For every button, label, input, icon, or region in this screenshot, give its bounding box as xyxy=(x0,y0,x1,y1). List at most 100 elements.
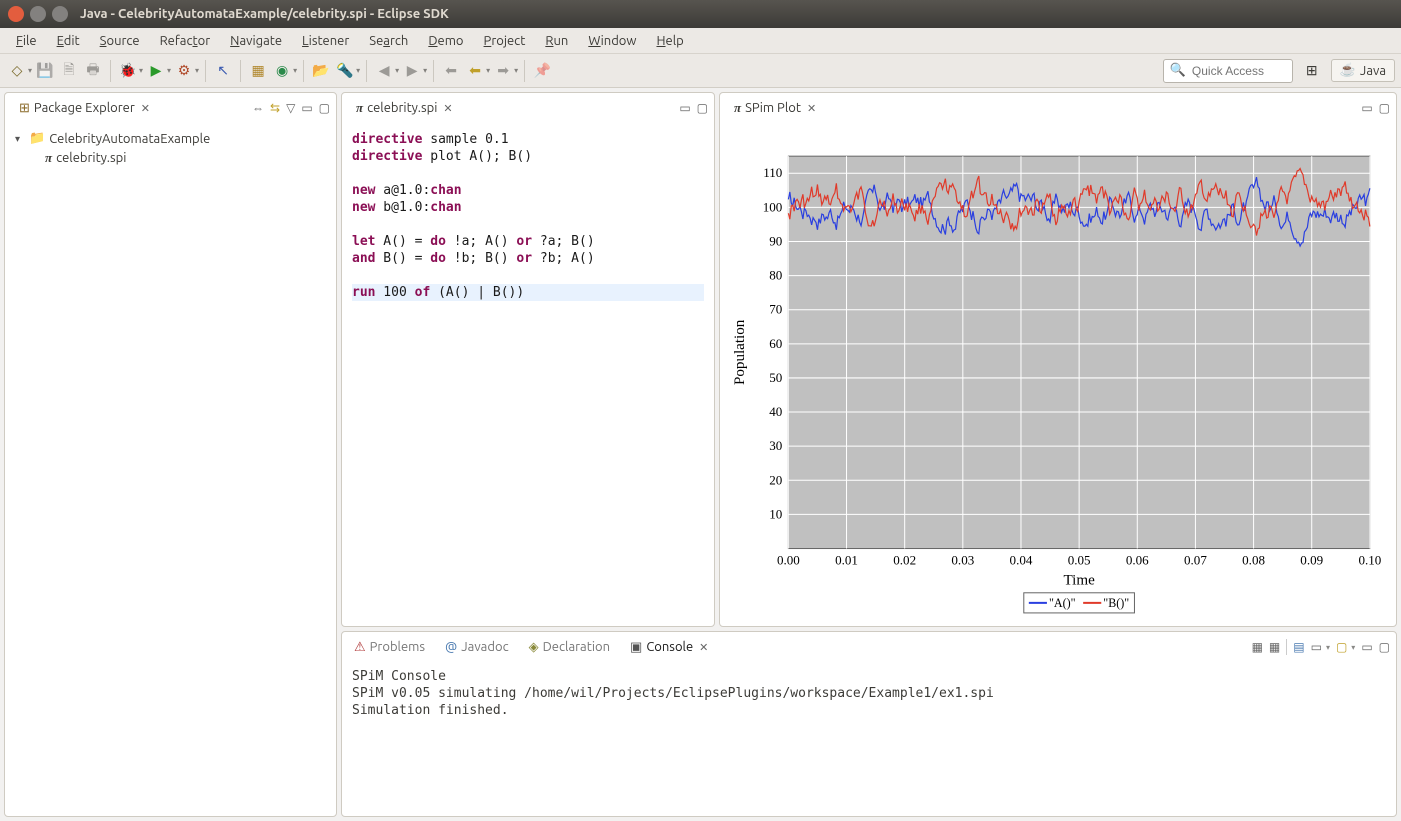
svg-text:0.07: 0.07 xyxy=(1184,553,1207,568)
last-edit-icon: ⬅ xyxy=(440,60,462,82)
maximize-pane-icon[interactable]: ▢ xyxy=(319,101,330,115)
print-icon: 🖶 xyxy=(82,60,104,82)
tab-console[interactable]: ▣Console✕ xyxy=(624,637,714,658)
svg-text:110: 110 xyxy=(763,165,783,180)
maximize-console-icon[interactable]: ▢ xyxy=(1379,640,1390,654)
maximize-plot-icon[interactable]: ▢ xyxy=(1379,101,1390,115)
forward-nav-icon: ▶ xyxy=(401,60,423,82)
editor-tab-label: celebrity.spi xyxy=(367,101,437,115)
svg-text:0.00: 0.00 xyxy=(777,553,800,568)
package-explorer-icon: ⊞ xyxy=(19,101,30,116)
menu-run[interactable]: Run xyxy=(535,31,578,51)
close-tab-icon[interactable]: ✕ xyxy=(141,102,150,115)
editor-body[interactable]: directive sample 0.1 directive plot A();… xyxy=(342,123,714,626)
package-explorer-pane: ⊞ Package Explorer ✕ ⇔ ⇆ ▽ ▭ ▢ ▾ 📁 Celeb… xyxy=(4,92,337,817)
svg-text:90: 90 xyxy=(769,233,783,248)
debug-icon[interactable]: 🐞 xyxy=(117,60,139,82)
scroll-lock-icon[interactable]: ▭ xyxy=(1311,640,1322,654)
run-icon[interactable]: ▶ xyxy=(145,60,167,82)
open-type-icon[interactable]: 📂 xyxy=(310,60,332,82)
menu-demo[interactable]: Demo xyxy=(418,31,473,51)
svg-text:0.04: 0.04 xyxy=(1010,553,1033,568)
menu-navigate[interactable]: Navigate xyxy=(220,31,292,51)
pin-icon: 📌 xyxy=(531,60,553,82)
svg-text:60: 60 xyxy=(769,336,783,351)
tree-file-row[interactable]: π celebrity.spi xyxy=(15,148,326,168)
expand-arrow-icon[interactable]: ▾ xyxy=(15,133,25,145)
tab-problems[interactable]: ⚠Problems xyxy=(348,637,431,658)
project-tree[interactable]: ▾ 📁 CelebrityAutomataExample π celebrity… xyxy=(5,123,336,816)
close-console-tab-icon[interactable]: ✕ xyxy=(699,641,708,654)
terminate-icon[interactable]: ▦ xyxy=(1252,640,1263,654)
svg-text:0.09: 0.09 xyxy=(1300,553,1323,568)
minimize-icon[interactable] xyxy=(30,6,46,22)
menu-listener[interactable]: Listener xyxy=(292,31,359,51)
console-body[interactable]: SPiM Console SPiM v0.05 simulating /home… xyxy=(342,662,1396,816)
menu-window[interactable]: Window xyxy=(578,31,646,51)
svg-text:Population: Population xyxy=(732,319,748,385)
tab-javadoc[interactable]: @Javadoc xyxy=(439,637,515,657)
svg-text:0.02: 0.02 xyxy=(893,553,916,568)
svg-text:"B()": "B()" xyxy=(1103,596,1129,610)
svg-text:Time: Time xyxy=(1063,573,1095,589)
tab-editor-file[interactable]: π celebrity.spi ✕ xyxy=(348,96,461,120)
svg-text:50: 50 xyxy=(769,370,783,385)
back-nav-icon: ◀ xyxy=(373,60,395,82)
problems-icon: ⚠ xyxy=(354,640,366,655)
svg-text:40: 40 xyxy=(769,404,783,419)
pointer-icon[interactable]: ↖ xyxy=(212,60,234,82)
tab-spim-plot[interactable]: π SPim Plot ✕ xyxy=(726,96,824,120)
back-icon[interactable]: ⬅ xyxy=(464,60,486,82)
minimize-plot-icon[interactable]: ▭ xyxy=(1361,101,1372,115)
java-perspective-icon: ☕ xyxy=(1340,63,1356,78)
save-all-icon: 🗎 xyxy=(58,60,80,82)
menu-source[interactable]: Source xyxy=(90,31,150,51)
perspective-java[interactable]: ☕ Java xyxy=(1331,59,1395,82)
window-title: Java - CelebrityAutomataExample/celebrit… xyxy=(80,7,449,21)
menubar: File Edit Source Refactor Navigate Liste… xyxy=(0,28,1401,54)
declaration-icon: ◈ xyxy=(529,640,539,655)
svg-text:0.03: 0.03 xyxy=(951,553,974,568)
search-icon2[interactable]: 🔦 xyxy=(334,60,356,82)
menu-help[interactable]: Help xyxy=(646,31,693,51)
maximize-icon[interactable] xyxy=(52,6,68,22)
external-tools-icon[interactable]: ⚙ xyxy=(173,60,195,82)
menu-edit[interactable]: Edit xyxy=(47,31,90,51)
new-icon[interactable]: ◇ xyxy=(6,60,28,82)
plot-icon: π xyxy=(734,100,741,116)
new-class-icon[interactable]: ◉ xyxy=(271,60,293,82)
tab-declaration[interactable]: ◈Declaration xyxy=(523,637,616,658)
svg-text:"A()": "A()" xyxy=(1049,596,1076,610)
maximize-editor-icon[interactable]: ▢ xyxy=(697,101,708,115)
minimize-console-icon[interactable]: ▭ xyxy=(1361,640,1372,654)
close-plot-tab-icon[interactable]: ✕ xyxy=(807,102,816,115)
svg-text:80: 80 xyxy=(769,268,783,283)
link-editor-icon[interactable]: ⇆ xyxy=(270,101,280,115)
minimize-pane-icon[interactable]: ▭ xyxy=(301,101,312,115)
workspace: ⊞ Package Explorer ✕ ⇔ ⇆ ▽ ▭ ▢ ▾ 📁 Celeb… xyxy=(0,88,1401,821)
menu-search[interactable]: Search xyxy=(359,31,418,51)
remove-terminated-icon[interactable]: ▦ xyxy=(1269,640,1280,654)
quick-access-input[interactable] xyxy=(1190,63,1286,79)
menu-project[interactable]: Project xyxy=(474,31,536,51)
svg-text:0.08: 0.08 xyxy=(1242,553,1265,568)
tree-project-row[interactable]: ▾ 📁 CelebrityAutomataExample xyxy=(15,129,326,148)
view-menu-icon[interactable]: ▽ xyxy=(286,101,295,115)
close-editor-tab-icon[interactable]: ✕ xyxy=(443,102,452,115)
menu-file[interactable]: File xyxy=(6,31,47,51)
quick-access-box[interactable]: 🔍 xyxy=(1163,59,1293,83)
svg-text:0.05: 0.05 xyxy=(1068,553,1091,568)
plot-pane: π SPim Plot ✕ ▭ ▢ 0.000.010.020.030.040.… xyxy=(719,92,1397,627)
new-package-icon[interactable]: ▦ xyxy=(247,60,269,82)
clear-console-icon[interactable]: ▤ xyxy=(1293,640,1304,654)
tab-package-explorer[interactable]: ⊞ Package Explorer ✕ xyxy=(11,97,158,120)
minimize-editor-icon[interactable]: ▭ xyxy=(679,101,690,115)
open-perspective-icon[interactable]: ⊞ xyxy=(1301,60,1323,82)
close-icon[interactable] xyxy=(8,6,24,22)
plot-body: 0.000.010.020.030.040.050.060.070.080.09… xyxy=(720,123,1396,626)
svg-text:0.06: 0.06 xyxy=(1126,553,1149,568)
collapse-all-icon[interactable]: ⇔ xyxy=(252,101,264,115)
svg-text:10: 10 xyxy=(769,506,783,521)
menu-refactor[interactable]: Refactor xyxy=(150,31,221,51)
display-selected-console-icon[interactable]: ▢ xyxy=(1336,640,1347,654)
